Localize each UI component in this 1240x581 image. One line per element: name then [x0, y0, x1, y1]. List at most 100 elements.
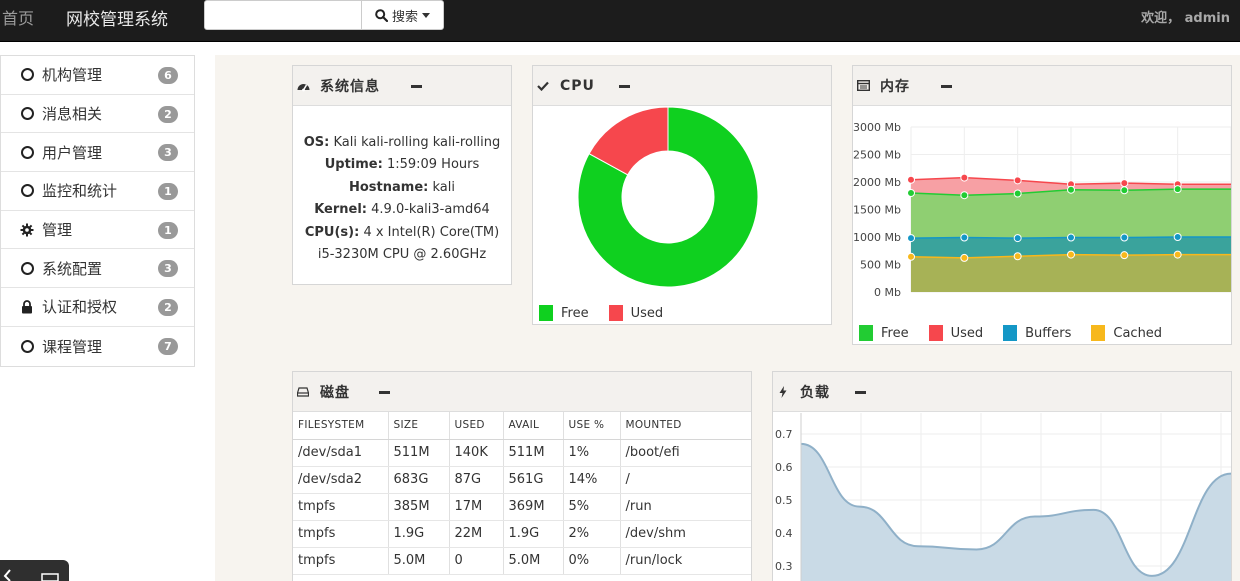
- column-header[interactable]: USE %: [563, 412, 621, 440]
- legend-swatch: [928, 325, 943, 341]
- legend-label: Used: [630, 305, 664, 321]
- data-point-cached: [907, 252, 915, 261]
- column-header[interactable]: MOUNTED: [620, 412, 751, 440]
- legend-swatch: [608, 305, 623, 321]
- table-cell: 1.9G: [388, 520, 450, 548]
- data-point-free: [1173, 185, 1182, 194]
- widget-header: 负载: [773, 372, 1231, 412]
- bottom-corner-tab[interactable]: [0, 560, 69, 581]
- legend-label: Buffers: [1025, 325, 1072, 341]
- kernel-value: 4.9.0-kali3-amd64: [371, 202, 490, 218]
- load-widget: 负载 0.3 0.4 0.5 0.6 0.7: [772, 371, 1232, 581]
- data-point-cached: [1013, 252, 1022, 261]
- legend-label: Free: [881, 325, 909, 341]
- sidebar-item-label: 管理: [42, 221, 73, 240]
- sidebar-item-label: 消息相关: [42, 105, 103, 124]
- cpu-value-line1: 4 x Intel(R) Core(TM): [363, 224, 500, 240]
- data-point-buffers: [1013, 234, 1022, 243]
- count-badge: 2: [158, 299, 178, 317]
- sidebar-item-monitoring[interactable]: 监控和统计 1: [1, 172, 194, 211]
- minimize-icon[interactable]: [855, 391, 866, 394]
- widget-header: CPU: [533, 66, 831, 106]
- legend-label: Cached: [1113, 325, 1163, 341]
- data-point-used: [907, 175, 915, 184]
- table-cell: tmpfs: [293, 493, 389, 521]
- sidebar-item-auth[interactable]: 认证和授权 2: [1, 288, 194, 327]
- table-cell: 87G: [449, 466, 504, 494]
- sidebar-item-label: 机构管理: [42, 66, 103, 85]
- hostname-value: kali: [432, 179, 456, 195]
- sidebar-item-users[interactable]: 用户管理 3: [1, 133, 194, 173]
- table-cell: /run: [620, 493, 751, 521]
- cpu-legend: Free Used: [539, 305, 683, 321]
- count-badge: 7: [158, 337, 178, 355]
- sidebar-item-label: 认证和授权: [42, 298, 118, 317]
- data-point-used: [1120, 179, 1129, 188]
- sidebar-item-org[interactable]: 机构管理 6: [1, 56, 194, 95]
- column-header[interactable]: FILESYSTEM: [293, 412, 389, 440]
- search-button-label: 搜索: [391, 9, 418, 25]
- data-point-cached: [1067, 250, 1075, 259]
- column-header[interactable]: AVAIL: [503, 412, 564, 440]
- top-navbar: 首页 网校管理系统 搜索 欢迎， admin: [0, 0, 1240, 42]
- minimize-icon[interactable]: [411, 85, 422, 88]
- welcome-user[interactable]: 欢迎， admin: [1141, 7, 1230, 26]
- data-point-buffers: [907, 234, 915, 243]
- system-info-body: OS: Kali kali-rolling kali-rolling Uptim…: [293, 106, 511, 266]
- data-point-free: [960, 191, 969, 200]
- table-cell: 2%: [563, 520, 621, 548]
- y-tick-label: 0.6: [775, 461, 793, 474]
- table-cell: 0%: [563, 547, 621, 575]
- table-cell: 5%: [563, 493, 621, 521]
- table-cell: 683G: [388, 466, 450, 494]
- sidebar-item-label: 课程管理: [42, 337, 103, 356]
- widget-header: 磁盘: [293, 372, 751, 412]
- nav-home-link[interactable]: 首页: [2, 5, 34, 29]
- table-cell: 1%: [563, 439, 621, 467]
- search-input[interactable]: [204, 0, 362, 30]
- minimize-icon[interactable]: [941, 85, 952, 88]
- minimize-icon[interactable]: [379, 391, 390, 394]
- data-point-buffers: [960, 233, 969, 242]
- count-badge: 2: [158, 105, 178, 123]
- data-point-buffers: [1120, 233, 1129, 242]
- sidebar-item-config[interactable]: 系统配置 3: [1, 249, 194, 289]
- sidebar-item-courses[interactable]: 课程管理 7: [1, 327, 194, 366]
- column-header[interactable]: SIZE: [388, 412, 450, 440]
- kernel-label: Kernel:: [314, 202, 367, 218]
- count-badge: 3: [158, 260, 178, 278]
- circle-icon: [20, 68, 34, 82]
- check-icon: [535, 81, 551, 91]
- search-button[interactable]: 搜索: [361, 0, 444, 30]
- dashboard-icon: [295, 80, 311, 92]
- widget-title: CPU: [560, 77, 595, 94]
- y-tick-label: 0.7: [775, 428, 793, 441]
- table-cell: 5.0M: [503, 547, 564, 575]
- table-cell: 511M: [388, 439, 450, 467]
- hdd-icon: [295, 386, 311, 397]
- table-cell: /run/lock: [620, 547, 751, 575]
- load-area: [801, 443, 1231, 581]
- table-cell: 0: [449, 547, 504, 575]
- sidebar: 机构管理 6 消息相关 2 用户管理 3 监控和统计 1 管理 1 系统配置 3…: [0, 55, 195, 367]
- brand-title[interactable]: 网校管理系统: [66, 5, 168, 30]
- search-icon: [375, 8, 388, 22]
- legend-label: Free: [561, 305, 589, 321]
- y-tick-label: 3000 Mb: [853, 121, 901, 134]
- legend-swatch: [859, 325, 873, 341]
- table-cell: 511M: [503, 439, 564, 467]
- memory-widget: 内存 0 Mb 500 Mb 1000 Mb 1500 Mb 2000 Mb 2500 M…: [852, 65, 1232, 345]
- widget-title: 内存: [880, 78, 910, 95]
- data-point-free: [907, 189, 915, 197]
- data-point-free: [1013, 189, 1022, 198]
- column-header[interactable]: USED: [449, 412, 504, 440]
- data-point-buffers: [1173, 233, 1182, 241]
- count-badge: 1: [158, 183, 178, 201]
- sidebar-item-messages[interactable]: 消息相关 2: [1, 95, 194, 134]
- table-row: tmpfs 5.0M 0 5.0M 0%/run/lock: [293, 547, 751, 575]
- legend-swatch: [539, 305, 553, 321]
- minimize-icon[interactable]: [619, 85, 630, 88]
- sidebar-item-admin[interactable]: 管理 1: [1, 211, 194, 250]
- table-cell: tmpfs: [293, 520, 389, 548]
- y-tick-label: 1000 Mb: [853, 231, 901, 244]
